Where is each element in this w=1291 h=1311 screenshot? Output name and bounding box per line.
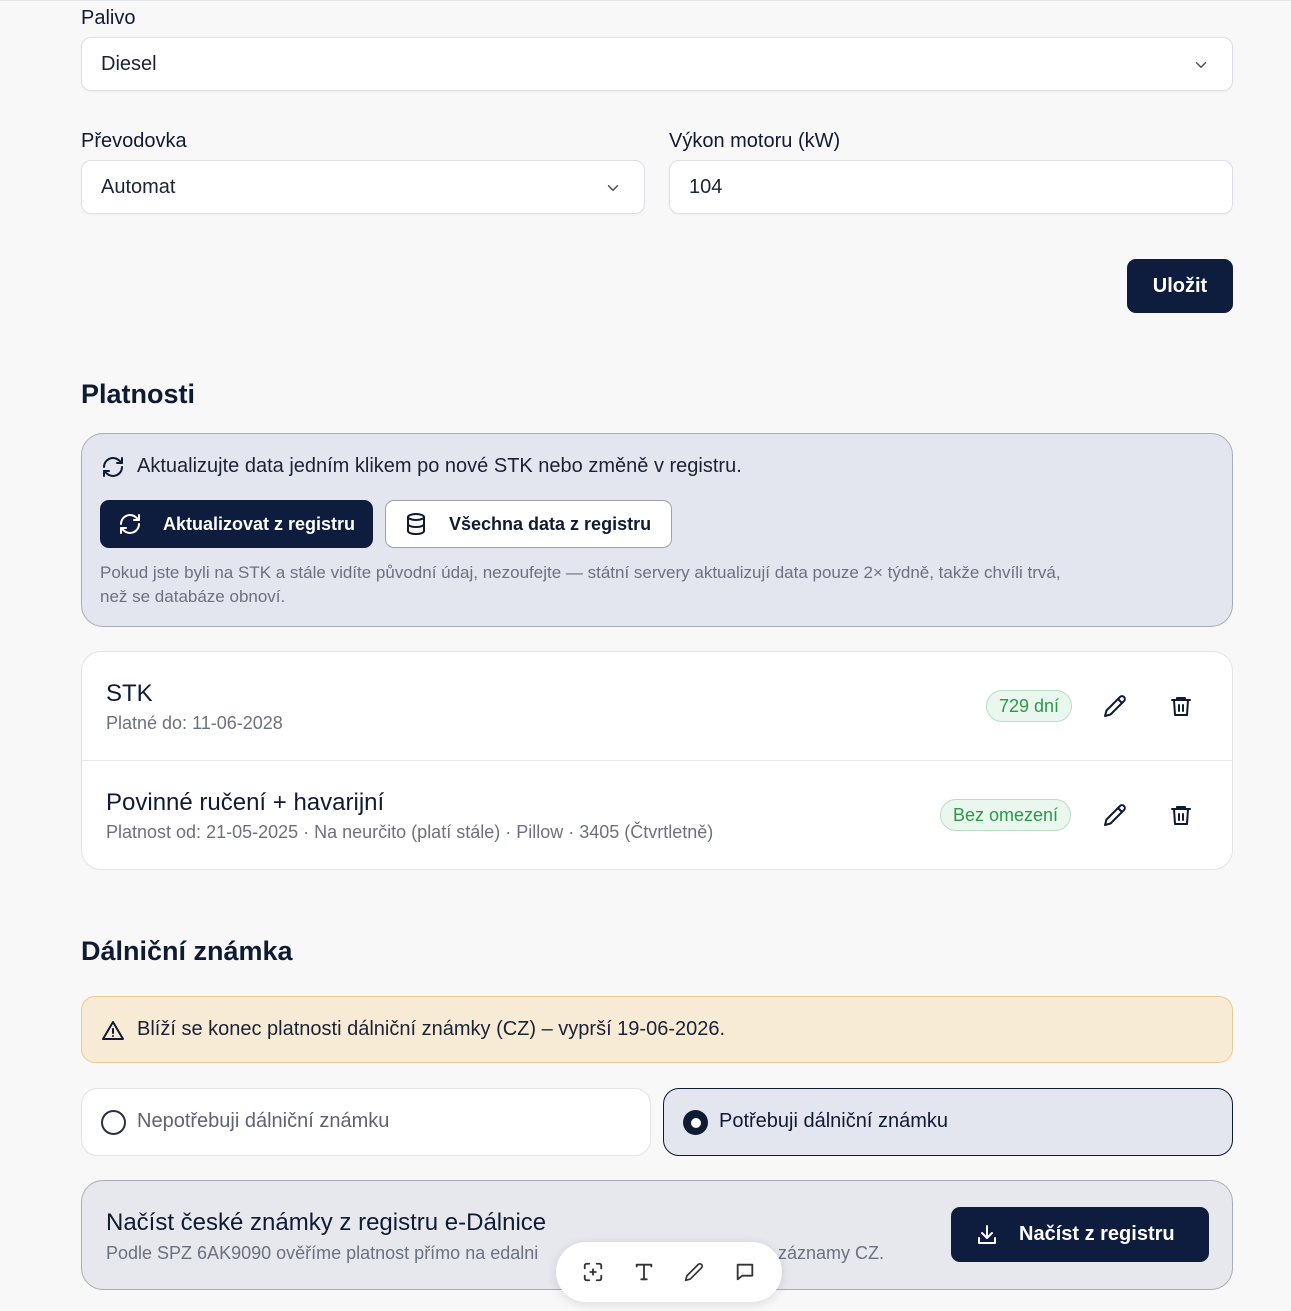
chevron-down-icon	[607, 185, 619, 191]
option-yes-label: Potřebuji dálniční známku	[719, 1110, 949, 1132]
gearbox-value: Automat	[101, 175, 176, 198]
download-icon	[978, 1224, 996, 1244]
text-icon	[635, 1263, 652, 1281]
edit-button[interactable]	[1100, 800, 1130, 830]
edalnice-title: Načíst české známky z registru e-Dálnice	[106, 1209, 547, 1236]
load-button-label: Načíst z registru	[1019, 1223, 1175, 1245]
fuel-select[interactable]: Diesel	[81, 37, 1233, 91]
power-label: Výkon motoru (kW)	[669, 130, 841, 152]
trash-icon	[1171, 806, 1191, 825]
gearbox-label: Převodovka	[81, 130, 187, 152]
delete-button[interactable]	[1166, 800, 1196, 830]
save-button[interactable]: Uložit	[1127, 259, 1233, 313]
warning-triangle-icon	[102, 1021, 124, 1040]
item-title: Povinné ručení + havarijní	[106, 789, 385, 816]
update-button-label: Aktualizovat z registru	[163, 513, 356, 534]
load-from-registry-button[interactable]: Načíst z registru	[951, 1207, 1209, 1262]
comment-icon	[736, 1263, 753, 1281]
pencil-icon	[1104, 804, 1126, 826]
fuel-value: Diesel	[101, 52, 157, 75]
list-item: STK Platné do: 11-06-2028 729 dní	[82, 652, 1232, 761]
registry-note: Pokud jste byli na STK a stále vidíte pů…	[100, 561, 1210, 609]
warning-text: Blíží se konec platnosti dálniční známky…	[137, 1018, 726, 1040]
database-icon	[407, 513, 425, 535]
edit-button[interactable]	[1100, 691, 1130, 721]
validity-title: Platnosti	[81, 379, 196, 409]
option-no-vignette[interactable]: Nepotřebuji dálniční známku	[81, 1088, 651, 1156]
fuel-label: Palivo	[81, 7, 136, 29]
registry-note-line1: Pokud jste byli na STK a stále vidíte pů…	[100, 563, 1061, 582]
status-badge: Bez omezení	[940, 799, 1072, 831]
screenshot-icon	[584, 1262, 603, 1282]
status-badge: 729 dní	[986, 690, 1073, 722]
edalnice-desc-left: Podle SPZ 6AK9090 ověříme platnost přímo…	[106, 1243, 539, 1263]
trash-icon	[1171, 697, 1191, 716]
item-subtitle: Platnost od: 21-05-2025 · Na neurčito (p…	[106, 822, 714, 842]
item-subtitle: Platné do: 11-06-2028	[106, 713, 283, 733]
item-title: STK	[106, 680, 153, 707]
chevron-down-icon	[1195, 62, 1207, 68]
draw-button[interactable]	[679, 1257, 709, 1287]
vignette-title: Dálniční známka	[81, 936, 293, 966]
radio-unchecked[interactable]	[101, 1110, 126, 1135]
floating-toolbar	[556, 1242, 782, 1302]
pencil-icon	[685, 1263, 704, 1282]
gearbox-select[interactable]: Automat	[81, 160, 645, 214]
vignette-warning: Blíží se konec platnosti dálniční známky…	[81, 996, 1233, 1063]
edalnice-desc-right: záznamy CZ.	[778, 1243, 885, 1263]
power-input[interactable]: 104	[669, 160, 1233, 214]
all-data-button-label: Všechna data z registru	[449, 513, 652, 534]
delete-button[interactable]	[1166, 691, 1196, 721]
pencil-icon	[1104, 695, 1126, 717]
registry-update-panel: Aktualizujte data jedním klikem po nové …	[81, 433, 1233, 627]
validity-list: STK Platné do: 11-06-2028 729 dní Povinn…	[81, 651, 1233, 870]
update-from-registry-button[interactable]: Aktualizovat z registru	[100, 500, 373, 548]
screenshot-button[interactable]	[578, 1257, 608, 1287]
refresh-icon	[120, 514, 140, 534]
all-registry-data-button[interactable]: Všechna data z registru	[385, 500, 672, 548]
power-value: 104	[689, 175, 723, 198]
registry-note-line2: než se databáze obnoví.	[100, 587, 286, 606]
refresh-icon	[103, 457, 123, 477]
text-button[interactable]	[629, 1257, 659, 1287]
option-no-label: Nepotřebuji dálniční známku	[137, 1110, 390, 1132]
option-need-vignette[interactable]: Potřebuji dálniční známku	[663, 1088, 1233, 1156]
comment-button[interactable]	[730, 1257, 760, 1287]
list-item: Povinné ručení + havarijní Platnost od: …	[82, 761, 1232, 870]
radio-checked[interactable]	[683, 1110, 708, 1135]
registry-info-text: Aktualizujte data jedním klikem po nové …	[137, 455, 742, 477]
